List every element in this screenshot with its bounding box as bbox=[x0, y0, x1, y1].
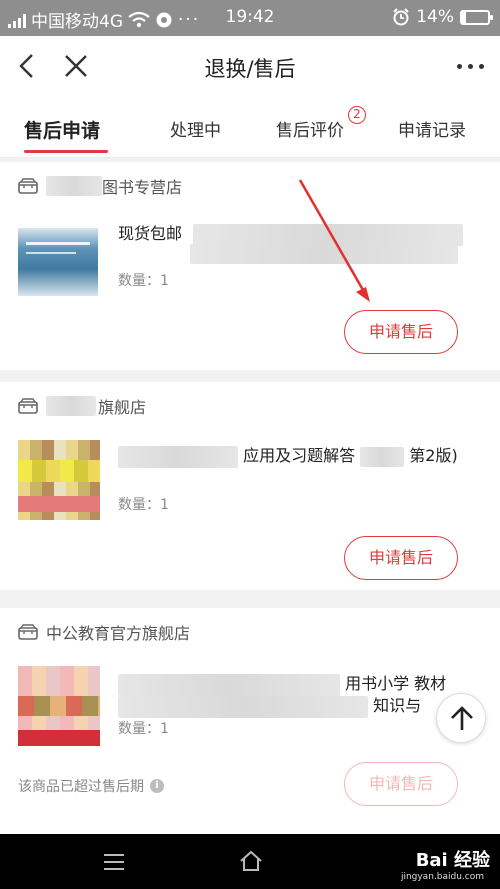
review-count-badge: 2 bbox=[348, 106, 366, 124]
tab-processing[interactable]: 处理中 bbox=[170, 116, 221, 141]
product-name[interactable]: 现货包邮 bbox=[118, 220, 464, 246]
shop-header[interactable]: 中公教育官方旗舰店 bbox=[18, 620, 190, 644]
more-options-icon[interactable] bbox=[457, 64, 484, 69]
product-quantity: 数量：1 bbox=[118, 721, 169, 737]
system-nav-bar: Bai 经验 jingyan.baidu.com bbox=[0, 834, 500, 889]
apply-after-sale-button[interactable]: 申请售后 bbox=[344, 310, 458, 354]
product-name-redacted bbox=[118, 695, 368, 718]
menu-icon[interactable] bbox=[102, 852, 126, 872]
product-thumbnail[interactable] bbox=[18, 440, 100, 520]
status-bar: 中国移动4G ··· 19:42 14% bbox=[0, 0, 500, 36]
product-quantity: 数量：1 bbox=[118, 497, 169, 513]
battery-icon bbox=[460, 9, 493, 25]
status-right: 14% bbox=[392, 7, 493, 27]
product-name-redacted bbox=[118, 445, 238, 468]
battery-percent: 14% bbox=[416, 7, 454, 27]
shop-name: 中公教育官方旗舰店 bbox=[46, 624, 191, 643]
shop-header[interactable]: 旗舰店 bbox=[18, 394, 146, 418]
nav-bar: 退换/售后 bbox=[0, 36, 500, 96]
order-card: 旗舰店 应用及习题解答 第2版) 数量：1 申请售后 bbox=[0, 382, 500, 590]
product-thumbnail[interactable] bbox=[18, 666, 100, 746]
shop-icon bbox=[18, 624, 38, 640]
tab-after-sale-review[interactable]: 售后评价 bbox=[276, 116, 344, 141]
shop-name-redacted bbox=[46, 396, 96, 416]
info-icon[interactable]: i bbox=[150, 779, 164, 793]
shop-name: 图书专营店 bbox=[102, 178, 183, 197]
order-card: 中公教育官方旗舰店 用书小学 教材 知识与 数量：1 该商品已超过售后期 i 申… bbox=[0, 608, 500, 834]
back-to-top-button[interactable] bbox=[436, 693, 486, 743]
tab-bar: 售后申请 处理中 售后评价 2 申请记录 bbox=[0, 96, 500, 158]
shop-name: 旗舰店 bbox=[98, 398, 147, 417]
watermark-brand: Bai 经验 bbox=[415, 850, 490, 871]
product-name-redacted bbox=[360, 446, 405, 467]
product-name-redacted-line2 bbox=[190, 244, 458, 264]
product-name-line2[interactable]: 知识与 bbox=[118, 692, 421, 718]
product-name-redacted bbox=[193, 223, 464, 246]
active-tab-indicator bbox=[24, 150, 108, 153]
apply-after-sale-button-disabled: 申请售后 bbox=[344, 762, 458, 806]
after-sale-expired-note: 该商品已超过售后期 i bbox=[18, 776, 164, 796]
watermark-url: jingyan.baidu.com bbox=[400, 872, 484, 882]
order-card: 图书专营店 现货包邮 数量：1 申请售后 bbox=[0, 162, 500, 370]
product-thumbnail[interactable] bbox=[18, 222, 100, 302]
home-icon[interactable] bbox=[238, 849, 264, 873]
tab-after-sale-apply[interactable]: 售后申请 bbox=[24, 116, 100, 143]
page-title: 退换/售后 bbox=[204, 57, 296, 81]
product-quantity: 数量：1 bbox=[118, 273, 169, 289]
shop-icon bbox=[18, 398, 38, 414]
product-name[interactable]: 应用及习题解答 第2版) bbox=[118, 442, 458, 468]
shop-header[interactable]: 图书专营店 bbox=[18, 174, 182, 198]
alarm-icon bbox=[393, 8, 409, 26]
apply-after-sale-button[interactable]: 申请售后 bbox=[344, 536, 458, 580]
shop-icon bbox=[18, 178, 38, 194]
arrow-up-icon bbox=[451, 706, 473, 730]
shop-name-redacted bbox=[46, 176, 102, 196]
tab-application-records[interactable]: 申请记录 bbox=[398, 116, 466, 141]
